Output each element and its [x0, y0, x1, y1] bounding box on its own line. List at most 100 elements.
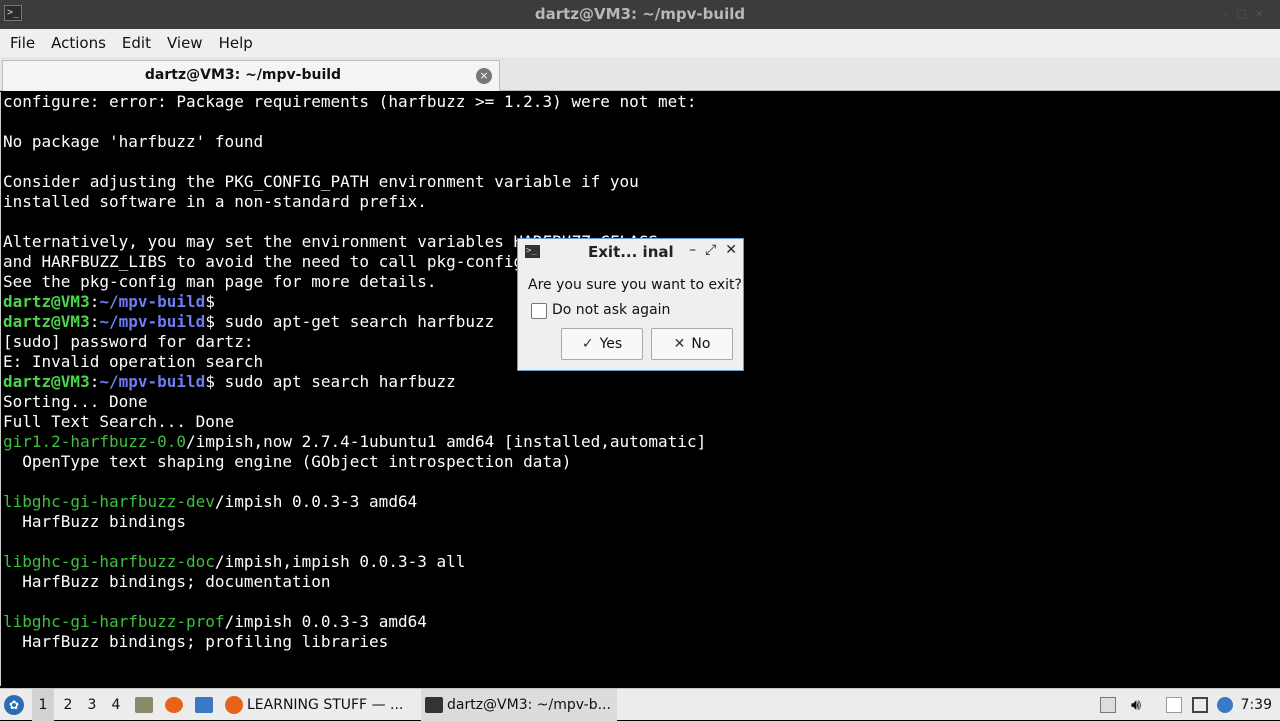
task-firefox-label: LEARNING STUFF — ...: [247, 697, 404, 713]
terminal-text: HarfBuzz bindings; documentation: [3, 572, 331, 591]
terminal-line: libghc-gi-harfbuzz-doc/impish,impish 0.0…: [3, 552, 1280, 572]
terminal-text: Full Text Search... Done: [3, 412, 235, 431]
terminal-line: libghc-gi-harfbuzz-prof/impish 0.0.3-3 a…: [3, 612, 1280, 632]
terminal-text: :: [89, 312, 100, 331]
prompt-user-text: dartz@VM3: [3, 312, 90, 331]
yes-button[interactable]: ✓ Yes: [561, 328, 643, 360]
terminal-line: Full Text Search... Done: [3, 412, 1280, 432]
prompt-path-text: ~/mpv-build: [99, 372, 206, 391]
prompt-path-text: ~/mpv-build: [99, 312, 206, 331]
yes-button-label: Yes: [599, 336, 623, 352]
terminal-text: Consider adjusting the PKG_CONFIG_PATH e…: [3, 172, 639, 191]
menu-help[interactable]: Help: [211, 34, 261, 52]
updates-tray[interactable]: [1096, 689, 1120, 721]
tab-close-icon[interactable]: ×: [476, 68, 492, 84]
updates-icon: [1100, 697, 1116, 713]
minimize-icon[interactable]: –: [1223, 7, 1237, 20]
terminal-line: HarfBuzz bindings; profiling libraries: [3, 632, 1280, 652]
terminal-line: installed software in a non-standard pre…: [3, 192, 1280, 212]
terminal-text: $ sudo apt search harfbuzz: [205, 372, 456, 391]
display-tray[interactable]: [1188, 689, 1212, 721]
terminal-icon: >_: [525, 245, 540, 258]
terminal-line: HarfBuzz bindings: [3, 512, 1280, 532]
monitor-icon: [1192, 697, 1208, 713]
terminal-text: HarfBuzz bindings: [3, 512, 187, 531]
terminal-line: dartz@VM3:~/mpv-build$ sudo apt search h…: [3, 372, 1280, 392]
workspace-4[interactable]: 4: [105, 689, 127, 721]
window-controls[interactable]: –□×: [1223, 7, 1272, 20]
prompt-user-text: dartz@VM3: [3, 372, 90, 391]
no-button-label: No: [691, 336, 711, 352]
terminal-line: Consider adjusting the PKG_CONFIG_PATH e…: [3, 172, 1280, 192]
close-icon[interactable]: ✕: [725, 242, 737, 258]
task-terminal[interactable]: dartz@VM3: ~/mpv-b...: [421, 689, 617, 721]
menu-actions[interactable]: Actions: [43, 34, 114, 52]
window-titlebar[interactable]: >_ dartz@VM3: ~/mpv-build –□×: [0, 0, 1280, 29]
terminal-text: $ sudo apt-get search harfbuzz: [205, 312, 495, 331]
workspace-1[interactable]: 1: [32, 689, 54, 721]
checkmark-icon: ✓: [581, 336, 594, 352]
terminal-line: configure: error: Package requirements (…: [3, 92, 1280, 112]
pkg-text: libghc-gi-harfbuzz-prof: [3, 612, 225, 631]
terminal-text: [sudo] password for dartz:: [3, 332, 254, 351]
menu-edit[interactable]: Edit: [114, 34, 159, 52]
dialog-question: Are you sure you want to exit?: [528, 277, 742, 293]
file-manager-launcher[interactable]: [131, 689, 157, 721]
menu-view[interactable]: View: [159, 34, 211, 52]
terminal-text: :: [89, 372, 100, 391]
maximize-icon[interactable]: ⤢: [705, 242, 716, 258]
do-not-ask-checkbox[interactable]: [531, 303, 547, 319]
dialog-titlebar[interactable]: >_ Exit... inal – ⤢ ✕: [518, 239, 743, 265]
terminal-output[interactable]: configure: error: Package requirements (…: [0, 92, 1280, 686]
terminal-text: OpenType text shaping engine (GObject in…: [3, 452, 572, 471]
close-icon[interactable]: ×: [1255, 7, 1272, 20]
terminal-icon: [425, 697, 443, 713]
clipboard-icon: [1166, 697, 1182, 713]
menu-file[interactable]: File: [2, 34, 43, 52]
terminal-tab[interactable]: dartz@VM3: ~/mpv-build ×: [2, 60, 500, 91]
prompt-path-text: ~/mpv-build: [99, 292, 206, 311]
maximize-icon[interactable]: □: [1236, 7, 1254, 20]
terminal-line: gir1.2-harfbuzz-0.0/impish,now 2.7.4-1ub…: [3, 432, 1280, 452]
terminal-text: E: Invalid operation search: [3, 352, 264, 371]
pkg-text: libghc-gi-harfbuzz-dev: [3, 492, 215, 511]
exit-dialog: >_ Exit... inal – ⤢ ✕ Are you sure you wan…: [517, 238, 744, 371]
distro-logo-icon: ✿: [4, 695, 24, 715]
do-not-ask-label[interactable]: Do not ask again: [552, 302, 670, 318]
terminal-text: See the pkg-config man page for more det…: [3, 272, 437, 291]
cross-icon: ✕: [673, 336, 686, 352]
terminal-text: /impish 0.0.3-3 amd64: [224, 612, 427, 631]
prompt-user-text: dartz@VM3: [3, 292, 90, 311]
terminal-line: No package 'harfbuzz' found: [3, 132, 1280, 152]
terminal-text: installed software in a non-standard pre…: [3, 192, 427, 211]
terminal-text: HarfBuzz bindings; profiling libraries: [3, 632, 389, 651]
terminal-line: OpenType text shaping engine (GObject in…: [3, 452, 1280, 472]
task-firefox[interactable]: LEARNING STUFF — ...: [221, 689, 417, 721]
firefox-launcher[interactable]: [161, 689, 187, 721]
dialog-title: Exit... inal: [588, 243, 674, 261]
workspace-3[interactable]: 3: [81, 689, 103, 721]
folder-icon: [135, 697, 153, 713]
volume-tray[interactable]: 🔊︎: [1124, 689, 1148, 721]
terminal-text: No package 'harfbuzz' found: [3, 132, 264, 151]
firefox-icon: [165, 697, 183, 713]
terminal-text: and HARFBUZZ_LIBS to avoid the need to c…: [3, 252, 533, 271]
notification-tray[interactable]: [1213, 689, 1237, 721]
terminal-text: :: [89, 292, 100, 311]
terminal-text: configure: error: Package requirements (…: [3, 92, 697, 111]
start-menu-button[interactable]: ✿: [4, 689, 26, 721]
info-icon: [1217, 697, 1233, 713]
dialog-window-controls: – ⤢ ✕: [680, 242, 737, 258]
minimize-icon[interactable]: –: [689, 242, 696, 258]
workspace-2[interactable]: 2: [57, 689, 79, 721]
terminal-text: /impish,impish 0.0.3-3 all: [214, 552, 466, 571]
desktop-launcher[interactable]: [191, 689, 217, 721]
tab-bar: dartz@VM3: ~/mpv-build ×: [0, 57, 1280, 91]
no-button[interactable]: ✕ No: [651, 328, 733, 360]
clipboard-tray[interactable]: [1162, 689, 1186, 721]
clock[interactable]: 7:39: [1241, 689, 1272, 721]
